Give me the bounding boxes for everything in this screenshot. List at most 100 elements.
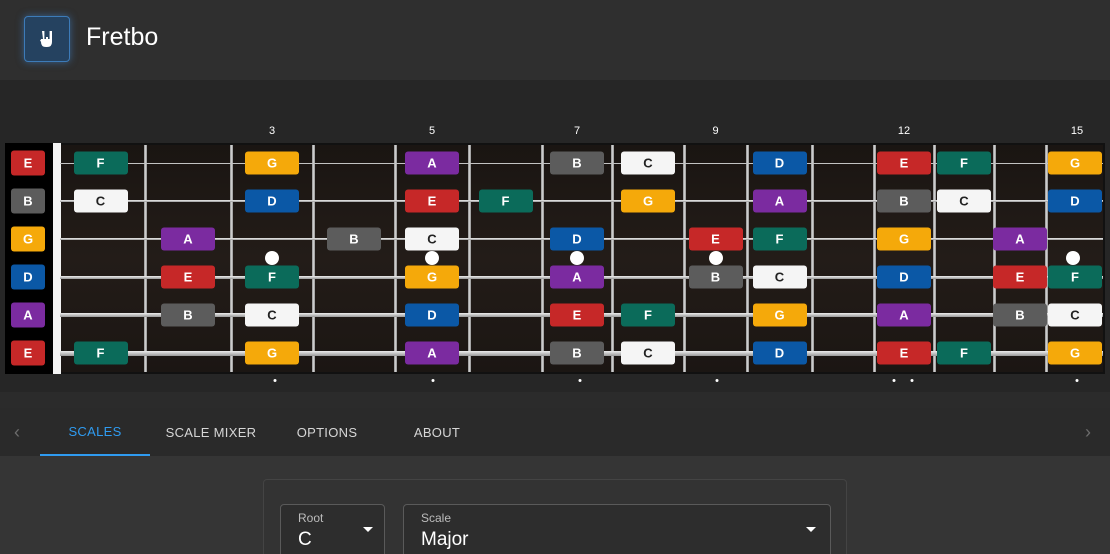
fret-marker-dot — [910, 379, 914, 382]
fret-note[interactable]: B — [550, 151, 604, 175]
fret-note[interactable]: C — [73, 189, 128, 213]
fret-inlay-dot — [425, 251, 439, 265]
fret-note[interactable]: G — [752, 303, 807, 327]
open-string-note[interactable]: B — [11, 188, 45, 214]
fret-number: 12 — [897, 125, 911, 137]
fret-note[interactable]: A — [877, 303, 931, 327]
fret-note[interactable]: G — [245, 341, 299, 365]
fret-note[interactable]: F — [73, 341, 128, 365]
scale-select[interactable]: Scale Major — [403, 504, 831, 554]
fret-note[interactable]: B — [688, 265, 743, 289]
fret-note[interactable]: D — [550, 227, 604, 251]
fret-note[interactable]: B — [550, 341, 604, 365]
fret-number: 9 — [712, 125, 719, 137]
fret-note[interactable]: E — [877, 151, 931, 175]
fret-note[interactable]: D — [877, 265, 931, 289]
fret-wire — [811, 145, 814, 372]
tab-scale-mixer[interactable]: SCALE MIXER — [150, 408, 272, 456]
fret-note[interactable]: D — [752, 341, 807, 365]
fret-note[interactable]: F — [621, 303, 675, 327]
fret-note[interactable]: C — [245, 303, 299, 327]
fret-note[interactable]: C — [621, 151, 675, 175]
scale-settings-card: Root C Scale Major — [263, 479, 847, 554]
fret-note[interactable]: F — [245, 265, 299, 289]
fret-wire — [394, 145, 397, 372]
chevron-right-icon[interactable]: › — [1085, 422, 1091, 443]
open-string-note[interactable]: D — [11, 264, 45, 290]
fret-wire — [144, 145, 147, 372]
fret-note[interactable]: E — [993, 265, 1047, 289]
open-string-note[interactable]: E — [11, 340, 45, 366]
fret-note[interactable]: F — [937, 151, 991, 175]
fret-note[interactable]: D — [245, 189, 299, 213]
fret-marker-dot — [1075, 379, 1079, 382]
fret-wire — [468, 145, 471, 372]
fret-note[interactable]: B — [327, 227, 381, 251]
fret-number: 3 — [268, 125, 276, 137]
fret-note[interactable]: F — [478, 189, 533, 213]
tab-about[interactable]: ABOUT — [382, 408, 492, 456]
fret-wire — [541, 145, 544, 372]
fret-note[interactable]: A — [161, 227, 215, 251]
fret-note[interactable]: E — [688, 227, 743, 251]
fret-note[interactable]: A — [405, 151, 459, 175]
fret-note[interactable]: D — [405, 303, 459, 327]
caret-down-icon — [806, 527, 816, 532]
fret-number: 5 — [428, 125, 436, 137]
fret-note[interactable]: F — [937, 341, 991, 365]
fret-note[interactable]: B — [877, 189, 931, 213]
open-string-note[interactable]: A — [11, 302, 45, 328]
fret-note[interactable]: C — [937, 189, 991, 213]
scale-select-value: Major — [421, 529, 469, 550]
fret-note[interactable]: F — [1048, 265, 1102, 289]
fret-note[interactable]: C — [405, 227, 459, 251]
fret-note[interactable]: E — [550, 303, 604, 327]
fret-note[interactable]: E — [405, 189, 459, 213]
string-label-column — [5, 143, 53, 374]
tab-scales[interactable]: SCALES — [40, 408, 150, 456]
fret-note[interactable]: A — [550, 265, 604, 289]
fret-note[interactable]: B — [161, 303, 215, 327]
fret-note[interactable]: G — [621, 189, 675, 213]
fret-note[interactable]: A — [993, 227, 1047, 251]
fret-marker-dot — [578, 379, 582, 382]
root-select[interactable]: Root C — [280, 504, 385, 554]
fret-wire — [993, 145, 996, 372]
fret-note[interactable]: G — [1048, 151, 1102, 175]
rock-hand-icon[interactable] — [24, 16, 70, 62]
fret-note[interactable]: B — [993, 303, 1047, 327]
fret-note[interactable]: A — [405, 341, 459, 365]
tab-options[interactable]: OPTIONS — [272, 408, 382, 456]
app-header: Fretbo — [0, 0, 1110, 80]
fret-note[interactable]: F — [73, 151, 128, 175]
fret-note[interactable]: D — [1048, 189, 1102, 213]
fret-note[interactable]: G — [245, 151, 299, 175]
root-select-value: C — [298, 529, 312, 550]
caret-down-icon — [363, 527, 373, 532]
fret-note[interactable]: A — [752, 189, 807, 213]
fret-marker-dot — [715, 379, 719, 382]
fret-note[interactable]: G — [877, 227, 931, 251]
nut — [53, 143, 61, 374]
fret-number: 15 — [1070, 125, 1084, 137]
fret-note[interactable]: C — [752, 265, 807, 289]
fret-marker-dot — [892, 379, 896, 382]
fret-note[interactable]: E — [161, 265, 215, 289]
fret-note[interactable]: G — [405, 265, 459, 289]
open-string-note[interactable]: G — [11, 226, 45, 252]
fret-note[interactable]: E — [877, 341, 931, 365]
fret-wire — [933, 145, 936, 372]
fret-wire — [873, 145, 876, 372]
chevron-left-icon[interactable]: ‹ — [14, 422, 20, 443]
fret-wire — [746, 145, 749, 372]
fret-note[interactable]: F — [752, 227, 807, 251]
fret-note[interactable]: G — [1048, 341, 1102, 365]
open-string-note[interactable]: E — [11, 150, 45, 176]
fret-note[interactable]: C — [1048, 303, 1102, 327]
fret-wire — [611, 145, 614, 372]
fret-inlay-dot — [1066, 251, 1080, 265]
fret-wire — [1045, 145, 1048, 372]
fret-marker-dot — [431, 379, 435, 382]
fret-note[interactable]: D — [752, 151, 807, 175]
fret-note[interactable]: C — [621, 341, 675, 365]
